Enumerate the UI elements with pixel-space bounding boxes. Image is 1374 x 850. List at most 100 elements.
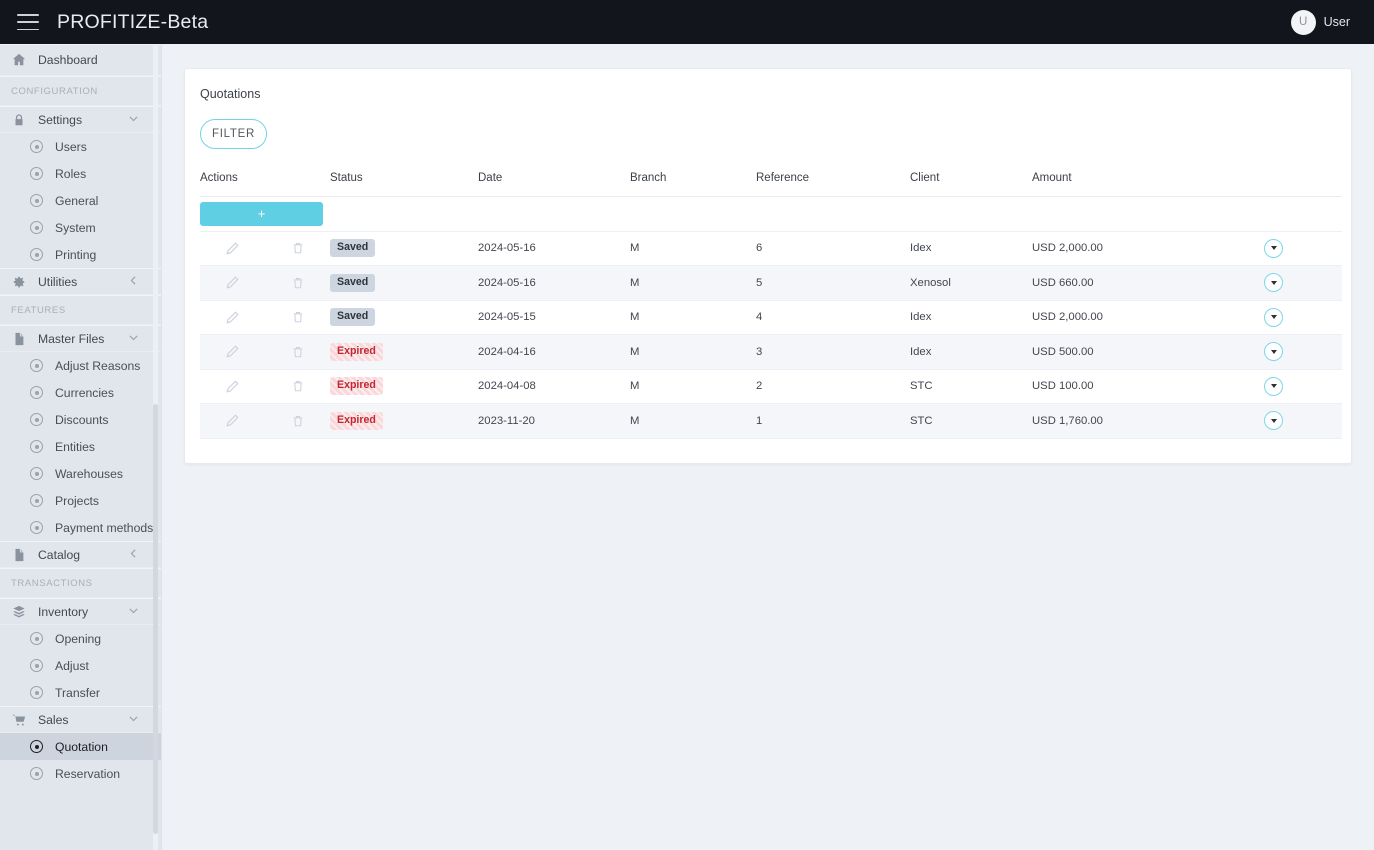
edit-icon[interactable] (214, 310, 250, 325)
sidebar-group-sales[interactable]: Sales (0, 706, 161, 733)
expand-row-button[interactable] (1264, 376, 1283, 396)
radio-dot-icon (30, 194, 43, 207)
sidebar-item-projects[interactable]: Projects (0, 487, 161, 514)
user-menu[interactable]: U User (1290, 9, 1350, 35)
sidebar-section-header: CONFIGURATION (0, 76, 161, 106)
status-badge: Saved (330, 308, 376, 327)
sidebar-item-adjust[interactable]: Adjust (0, 652, 161, 679)
table-row[interactable]: Saved 2024-05-16 M 5 Xenosol USD 660.00 (200, 265, 1342, 301)
chevron-down-icon (1270, 418, 1277, 423)
sidebar-item-label: Adjust (55, 658, 89, 673)
sidebar-item-label: Currencies (55, 385, 114, 400)
cell-status: Saved (330, 231, 478, 266)
sidebar: Dashboard CONFIGURATION Settings Users Roles… (0, 44, 162, 850)
sidebar-item-label: System (55, 220, 96, 235)
sidebar-group-utilities[interactable]: Utilities (0, 268, 161, 295)
sidebar-item-users[interactable]: Users (0, 133, 161, 160)
edit-icon[interactable] (214, 241, 250, 256)
add-cell: + (200, 196, 1342, 232)
lock-icon (12, 113, 38, 127)
delete-icon[interactable] (280, 241, 316, 255)
table-row[interactable]: Expired 2024-04-16 M 3 Idex USD 500.00 (200, 334, 1342, 370)
cell-status: Expired (330, 369, 478, 404)
chevron-down-icon[interactable] (127, 112, 140, 128)
sidebar-item-roles[interactable]: Roles (0, 160, 161, 187)
column-header-reference: Reference (756, 172, 910, 197)
sidebar-item-label: Adjust Reasons (55, 358, 141, 373)
sidebar-group-inventory[interactable]: Inventory (0, 598, 161, 625)
column-header-client: Client (910, 172, 1032, 197)
sidebar-item-adjust-reasons[interactable]: Adjust Reasons (0, 352, 161, 379)
sidebar-item-currencies[interactable]: Currencies (0, 379, 161, 406)
chevron-down-icon[interactable] (127, 331, 140, 347)
chevron-left-icon[interactable] (127, 274, 140, 290)
cell-client: Idex (910, 334, 1032, 370)
cell-date: 2024-04-16 (478, 334, 630, 370)
expand-row-button[interactable] (1264, 342, 1283, 362)
sidebar-scrollbar-thumb[interactable] (153, 404, 158, 834)
radio-dot-icon (30, 521, 43, 534)
delete-icon[interactable] (280, 276, 316, 290)
sidebar-item-dashboard[interactable]: Dashboard (0, 44, 161, 76)
radio-dot-icon (30, 386, 43, 399)
cell-expand (1252, 334, 1342, 370)
edit-icon[interactable] (214, 379, 250, 394)
filter-button[interactable]: FILTER (200, 119, 267, 149)
sidebar-item-general[interactable]: General (0, 187, 161, 214)
sidebar-item-transfer[interactable]: Transfer (0, 679, 161, 706)
edit-icon[interactable] (214, 413, 250, 428)
column-header-actions: Actions (200, 172, 330, 197)
radio-dot-icon (30, 413, 43, 426)
cell-status: Expired (330, 334, 478, 370)
sidebar-item-warehouses[interactable]: Warehouses (0, 460, 161, 487)
delete-icon[interactable] (280, 414, 316, 428)
cell-branch: M (630, 334, 756, 370)
cell-expand (1252, 231, 1342, 266)
sidebar-item-label: Printing (55, 247, 97, 262)
table-row[interactable]: Expired 2024-04-08 M 2 STC USD 100.00 (200, 369, 1342, 404)
chevron-down-icon[interactable] (127, 712, 140, 728)
delete-icon[interactable] (280, 345, 316, 359)
page-title: Quotations (200, 87, 261, 101)
chevron-down-icon (1270, 315, 1277, 320)
sidebar-group-settings[interactable]: Settings (0, 106, 161, 133)
sidebar-item-label: Roles (55, 166, 87, 181)
sidebar-item-system[interactable]: System (0, 214, 161, 241)
hamburger-icon[interactable] (17, 14, 39, 30)
table-row[interactable]: Saved 2024-05-16 M 6 Idex USD 2,000.00 (200, 231, 1342, 266)
cell-actions (200, 300, 330, 335)
expand-row-button[interactable] (1264, 307, 1283, 327)
expand-row-button[interactable] (1264, 273, 1283, 293)
table-row[interactable]: Expired 2023-11-20 M 1 STC USD 1,760.00 (200, 403, 1342, 439)
cell-date: 2024-05-16 (478, 265, 630, 301)
sidebar-item-printing[interactable]: Printing (0, 241, 161, 268)
delete-icon[interactable] (280, 379, 316, 393)
sidebar-group-catalog[interactable]: Catalog (0, 541, 161, 568)
sidebar-item-reservation[interactable]: Reservation (0, 760, 161, 787)
cell-branch: M (630, 369, 756, 404)
table-row[interactable]: Saved 2024-05-15 M 4 Idex USD 2,000.00 (200, 300, 1342, 335)
add-quotation-button[interactable]: + (200, 201, 323, 226)
edit-icon[interactable] (214, 344, 250, 359)
sidebar-item-entities[interactable]: Entities (0, 433, 161, 460)
expand-row-button[interactable] (1264, 238, 1283, 258)
cart-icon (12, 713, 38, 727)
chevron-down-icon[interactable] (127, 604, 140, 620)
delete-icon[interactable] (280, 310, 316, 324)
sidebar-item-payment-methods[interactable]: Payment methods (0, 514, 161, 541)
sidebar-group-master-files[interactable]: Master Files (0, 325, 161, 352)
radio-dot-icon (30, 359, 43, 372)
cell-expand (1252, 369, 1342, 404)
sidebar-item-opening[interactable]: Opening (0, 625, 161, 652)
chevron-down-icon (1270, 280, 1277, 285)
radio-dot-icon (30, 140, 43, 153)
sidebar-item-discounts[interactable]: Discounts (0, 406, 161, 433)
cell-status: Saved (330, 265, 478, 301)
file-icon (12, 548, 38, 562)
expand-row-button[interactable] (1264, 411, 1283, 431)
sidebar-item-quotation[interactable]: Quotation (0, 733, 161, 760)
edit-icon[interactable] (214, 275, 250, 290)
sidebar-group-label: Utilities (38, 274, 78, 289)
cell-date: 2024-05-16 (478, 231, 630, 266)
chevron-left-icon[interactable] (127, 547, 140, 563)
